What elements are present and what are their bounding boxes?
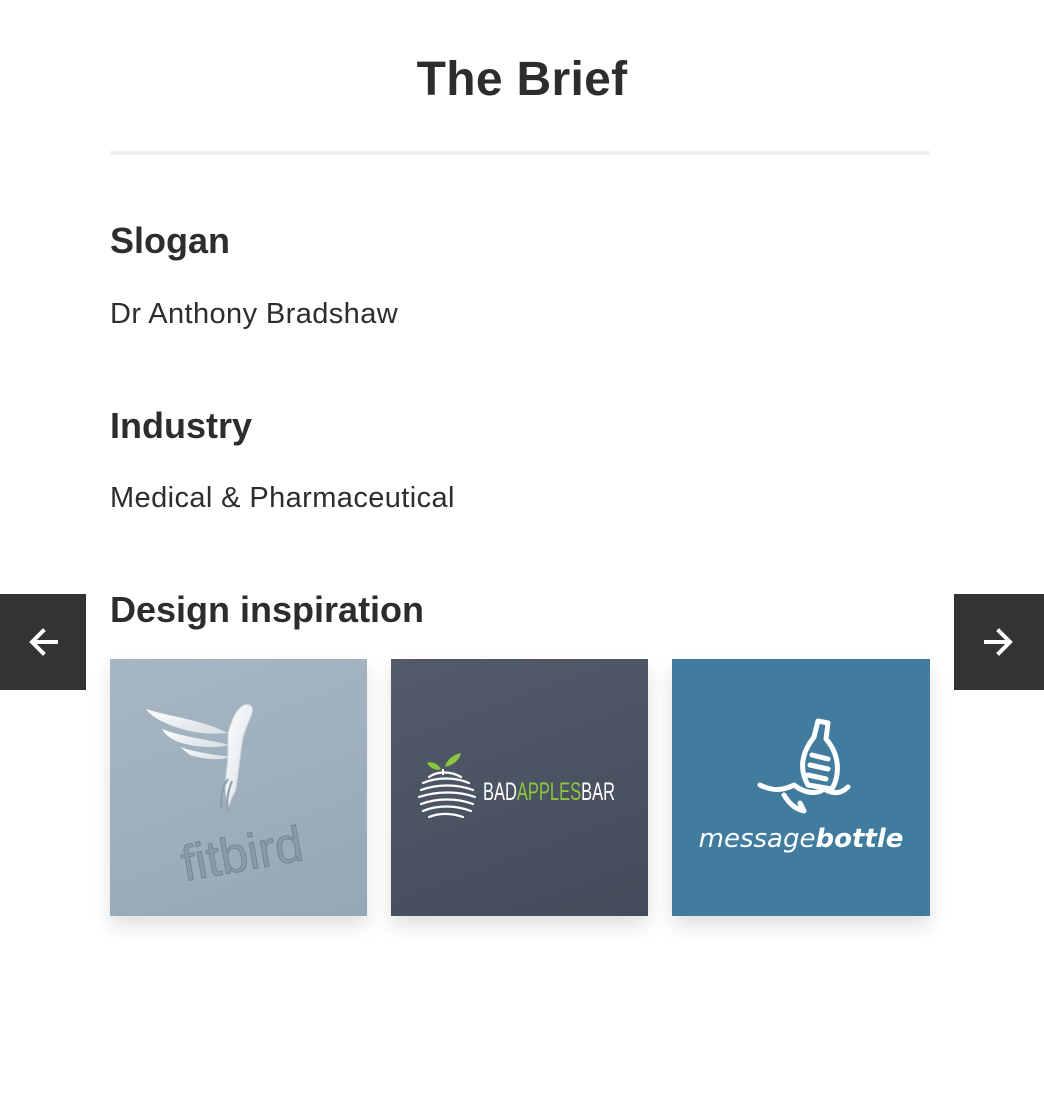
design-inspiration-gallery: fitbird BADAPPLESBAR messagebottle (110, 659, 930, 916)
logo-text-bar: BAR (581, 778, 615, 806)
inspiration-item-fitbird[interactable]: fitbird (110, 659, 367, 916)
bottle-logo-icon: messagebottle (699, 718, 904, 854)
logo-text-bottle: bottle (815, 824, 903, 854)
inspiration-item-messagebottle[interactable]: messagebottle (672, 659, 930, 916)
logo-text-message: message (699, 824, 816, 854)
logo-text-bad: BAD (483, 778, 517, 806)
previous-button[interactable] (0, 594, 86, 690)
slogan-value: Dr Anthony Bradshaw (110, 298, 399, 330)
inspiration-item-badapplesbar[interactable]: BADAPPLESBAR (391, 659, 648, 916)
next-button[interactable] (954, 594, 1044, 690)
arrow-left-icon (29, 628, 58, 656)
fitbird-logo-text: fitbird (177, 816, 307, 892)
industry-value: Medical & Pharmaceutical (110, 482, 455, 514)
svg-text:messagebottle: messagebottle (699, 824, 904, 854)
slogan-heading: Slogan (110, 220, 231, 261)
page-title: The Brief (416, 53, 628, 106)
title-divider (110, 151, 930, 155)
apple-logo-icon: BADAPPLESBAR (417, 753, 615, 819)
bird-logo-icon: fitbird (146, 704, 307, 892)
arrow-right-icon (984, 628, 1013, 656)
design-inspiration-heading: Design inspiration (110, 589, 425, 630)
svg-text:BADAPPLESBAR: BADAPPLESBAR (483, 778, 615, 806)
brief-page: The Brief Slogan Dr Anthony Bradshaw Ind… (0, 0, 1044, 1094)
industry-heading: Industry (110, 405, 253, 446)
logo-text-apples: APPLES (517, 778, 581, 806)
